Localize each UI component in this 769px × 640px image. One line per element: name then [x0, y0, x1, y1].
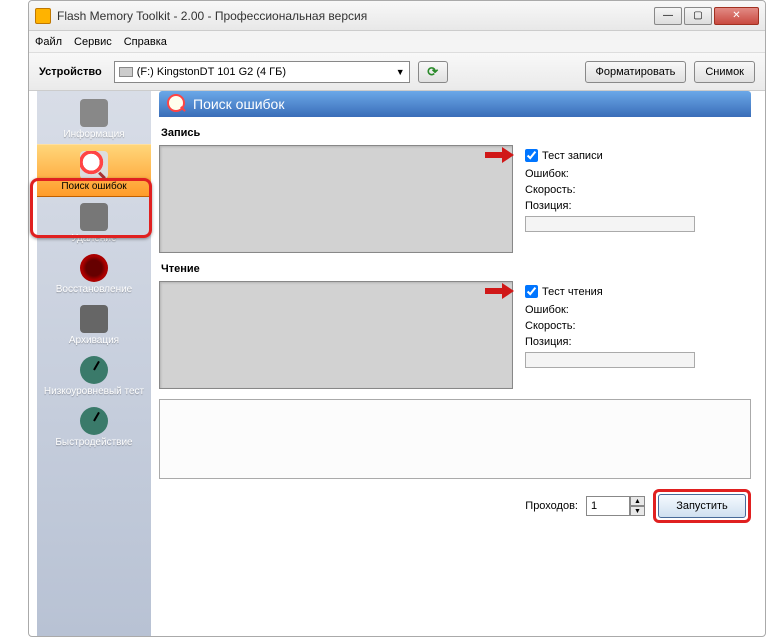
passes-input[interactable] [586, 496, 630, 516]
magnifier-icon [167, 94, 187, 114]
sidebar-item-delete[interactable]: Удаление [37, 197, 151, 248]
sidebar-item-information[interactable]: Информация [37, 93, 151, 144]
write-test-info: Тест записи Ошибок: Скорость: Позиция: [521, 145, 751, 253]
menu-file[interactable]: Файл [35, 36, 62, 48]
sidebar-item-label: Информация [63, 129, 124, 140]
minimize-button[interactable]: — [654, 7, 682, 25]
write-test-canvas [159, 145, 513, 253]
toolbar: Устройство (F:) KingstonDT 101 G2 (4 ГБ)… [29, 53, 765, 91]
delete-icon [80, 203, 108, 231]
device-label: Устройство [39, 66, 102, 78]
backup-icon [80, 305, 108, 333]
device-select[interactable]: (F:) KingstonDT 101 G2 (4 ГБ) ▼ [114, 61, 410, 83]
write-progress [525, 216, 695, 232]
passes-label: Проходов: [525, 500, 578, 512]
write-test-label: Тест записи [542, 150, 603, 162]
panel-title: Поиск ошибок [193, 96, 284, 112]
errors-label: Ошибок: [525, 168, 751, 180]
read-test-label: Тест чтения [542, 286, 603, 298]
errors-label: Ошибок: [525, 304, 751, 316]
sidebar-item-lowlevel[interactable]: Низкоуровневый тест [37, 350, 151, 401]
run-button-highlight: Запустить [653, 489, 751, 523]
menu-help[interactable]: Справка [124, 36, 167, 48]
log-box [159, 399, 751, 479]
main-panel: Поиск ошибок Запись Тест записи Ошибок: … [151, 91, 765, 636]
speed-label: Скорость: [525, 184, 751, 196]
sidebar-item-benchmark[interactable]: Быстродействие [37, 401, 151, 452]
read-test-canvas [159, 281, 513, 389]
spinner-down[interactable]: ▼ [630, 506, 645, 516]
sidebar-item-backup[interactable]: Архивация [37, 299, 151, 350]
recover-icon [80, 254, 108, 282]
titlebar: Flash Memory Toolkit - 2.00 - Профессион… [29, 1, 765, 31]
menubar: Файл Сервис Справка [29, 31, 765, 53]
run-button[interactable]: Запустить [658, 494, 746, 518]
sidebar-item-label: Поиск ошибок [61, 181, 126, 192]
read-test-checkbox[interactable] [525, 285, 538, 298]
read-progress [525, 352, 695, 368]
refresh-button[interactable]: ⟳ [418, 61, 448, 83]
app-icon [35, 8, 51, 24]
snapshot-button[interactable]: Снимок [694, 61, 755, 83]
spinner-up[interactable]: ▲ [630, 496, 645, 506]
chevron-down-icon: ▼ [396, 67, 405, 77]
read-section-title: Чтение [161, 263, 751, 275]
gauge-icon [80, 356, 108, 384]
window-title: Flash Memory Toolkit - 2.00 - Профессион… [57, 9, 654, 23]
position-label: Позиция: [525, 336, 751, 348]
panel-header: Поиск ошибок [159, 91, 751, 117]
sidebar: Информация Поиск ошибок Удаление Восстан… [37, 91, 151, 636]
format-button[interactable]: Форматировать [585, 61, 687, 83]
position-label: Позиция: [525, 200, 751, 212]
info-icon [80, 99, 108, 127]
sidebar-item-label: Удаление [71, 233, 116, 244]
speed-label: Скорость: [525, 320, 751, 332]
sidebar-item-error-scan[interactable]: Поиск ошибок [37, 144, 151, 197]
sidebar-item-recover[interactable]: Восстановление [37, 248, 151, 299]
device-selected-text: (F:) KingstonDT 101 G2 (4 ГБ) [137, 66, 286, 78]
write-section-title: Запись [161, 127, 751, 139]
close-button[interactable]: ✕ [714, 7, 759, 25]
passes-spinner[interactable]: ▲ ▼ [586, 496, 645, 516]
menu-service[interactable]: Сервис [74, 36, 112, 48]
gauge-icon [80, 407, 108, 435]
magnifier-icon [80, 151, 108, 179]
write-test-checkbox[interactable] [525, 149, 538, 162]
sidebar-item-label: Низкоуровневый тест [44, 386, 144, 397]
maximize-button[interactable]: ▢ [684, 7, 712, 25]
sidebar-item-label: Архивация [69, 335, 119, 346]
drive-icon [119, 67, 133, 77]
read-test-info: Тест чтения Ошибок: Скорость: Позиция: [521, 281, 751, 389]
sidebar-item-label: Быстродействие [55, 437, 132, 448]
sidebar-item-label: Восстановление [56, 284, 133, 295]
